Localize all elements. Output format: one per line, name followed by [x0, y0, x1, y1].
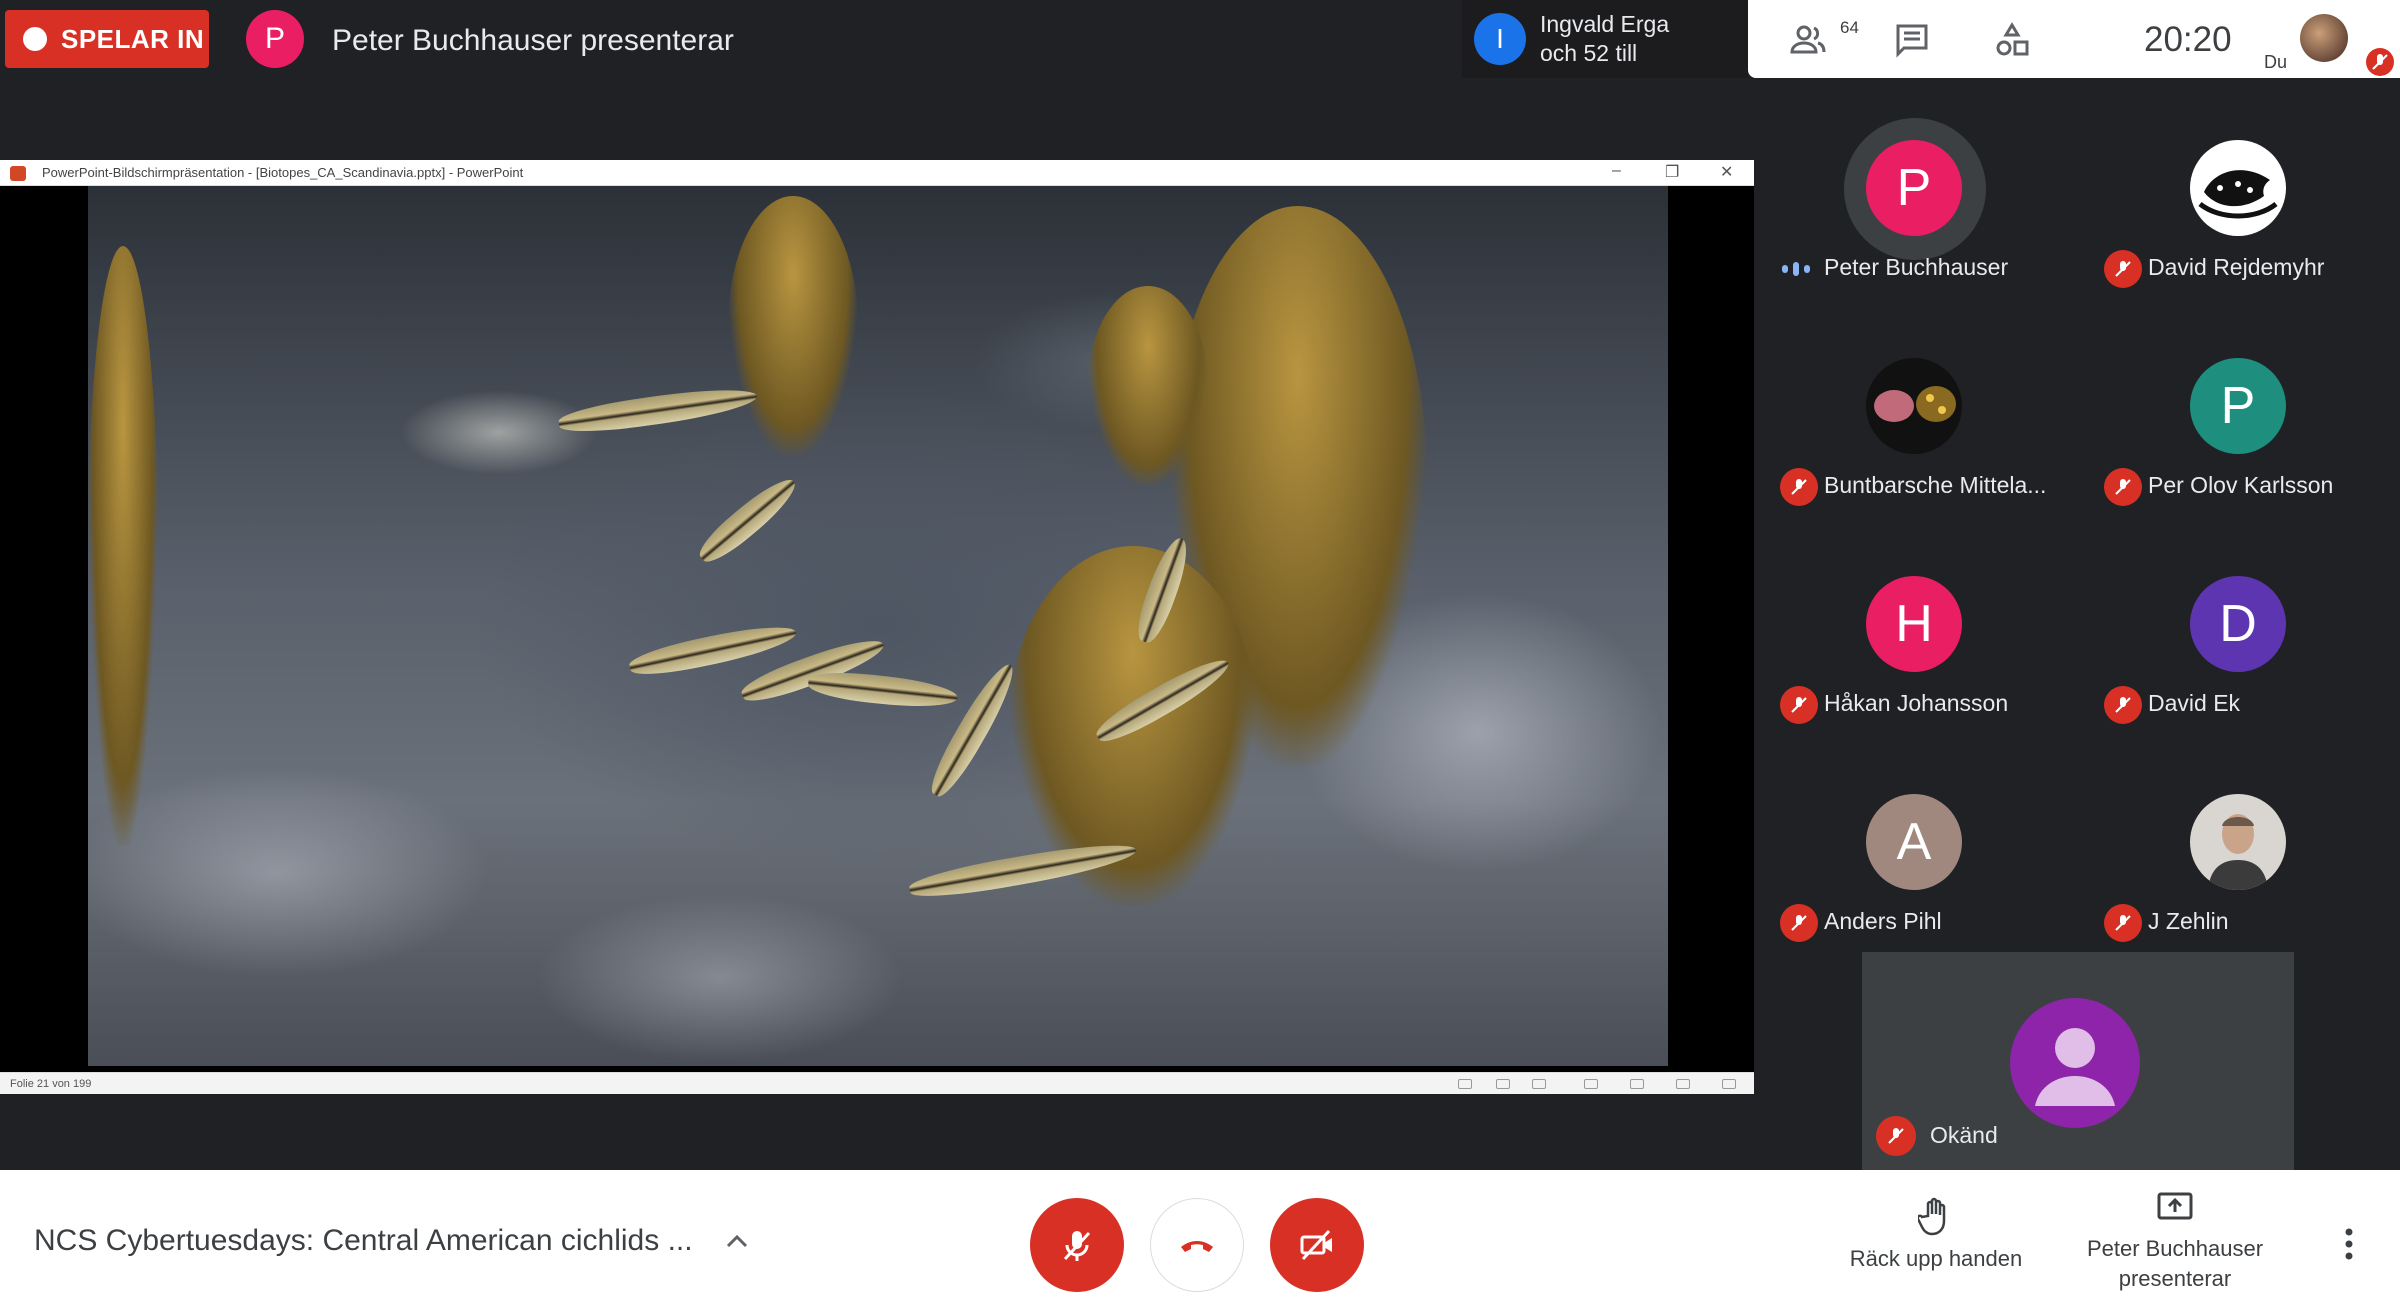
participant-avatar: P	[2190, 358, 2286, 454]
fish	[693, 470, 803, 570]
join-notice-avatar: I	[1474, 13, 1526, 65]
fish	[557, 382, 759, 438]
participant-tile-buntbarsche[interactable]: Buntbarsche Mittela...	[1752, 346, 2072, 546]
participant-tile-david-rejdemyhr[interactable]: David Rejdemyhr	[2076, 128, 2396, 328]
participant-avatar	[2190, 794, 2286, 890]
slideshow-view-icon[interactable]	[1722, 1079, 1736, 1089]
hang-up-icon	[1181, 1241, 1213, 1252]
portrait-photo-icon	[2208, 814, 2268, 890]
fish-photo-icon	[1874, 386, 1956, 422]
presenting-label-line1: Peter Buchhauser	[2086, 1236, 2264, 1261]
participant-avatar	[1866, 358, 1962, 454]
participant-name: David Rejdemyhr	[2148, 254, 2325, 280]
self-avatar[interactable]	[2300, 14, 2348, 62]
fish-logo-icon	[2198, 170, 2278, 219]
join-notice-name: Ingvald Erga	[1540, 11, 1670, 37]
reading-view-icon[interactable]	[1676, 1079, 1690, 1089]
top-panel: 64 20:20 Du	[1748, 0, 2400, 78]
people-count: 64	[1840, 18, 1859, 37]
mic-toggle-button[interactable]	[1030, 1198, 1124, 1292]
participant-avatar	[2190, 140, 2286, 236]
presenter-title: Peter Buchhauser presenterar	[332, 24, 734, 57]
muted-mic-icon	[2104, 904, 2142, 942]
presentation-window: PowerPoint-Bildschirmpräsentation - [Bio…	[0, 160, 1754, 1094]
next-slide-icon[interactable]	[1532, 1079, 1546, 1089]
minimize-icon[interactable]: –	[1612, 162, 1621, 180]
muted-mic-icon	[1876, 1116, 1916, 1156]
plant	[1088, 286, 1208, 486]
muted-mic-icon	[1780, 468, 1818, 506]
plant	[728, 196, 858, 456]
participant-tile-hakan-johansson[interactable]: H Håkan Johansson	[1752, 564, 2072, 764]
join-notice-count: och 52 till	[1540, 40, 1638, 66]
ppt-window-title: PowerPoint-Bildschirmpräsentation - [Bio…	[42, 165, 524, 180]
speaking-indicator-icon	[1782, 260, 1816, 278]
people-icon[interactable]	[1788, 20, 1828, 60]
sorter-view-icon[interactable]	[1630, 1079, 1644, 1089]
ppt-titlebar: PowerPoint-Bildschirmpräsentation - [Bio…	[0, 160, 1754, 186]
muted-mic-icon	[2104, 250, 2142, 288]
more-options-icon[interactable]	[2334, 1224, 2364, 1264]
participant-tile-david-ek[interactable]: D David Ek	[2076, 564, 2396, 764]
camera-off-icon	[1300, 1229, 1332, 1261]
plant	[88, 246, 158, 846]
muted-mic-icon	[1780, 686, 1818, 724]
muted-mic-icon	[1780, 904, 1818, 942]
participant-name: Okänd	[1930, 1122, 1998, 1148]
normal-view-icon[interactable]	[1584, 1079, 1598, 1089]
presenter-avatar: P	[246, 10, 304, 68]
prev-slide-icon[interactable]	[1458, 1079, 1472, 1089]
meeting-title[interactable]: NCS Cybertuesdays: Central American cich…	[34, 1224, 693, 1258]
participant-name: Per Olov Karlsson	[2148, 472, 2334, 498]
raise-hand-button[interactable]: Räck upp handen	[1846, 1196, 2026, 1274]
slide-counter: Folie 21 von 199	[10, 1078, 92, 1090]
presenting-label-line2: presenterar	[2118, 1266, 2232, 1291]
self-label: Du	[2264, 52, 2288, 72]
restore-icon[interactable]: ❐	[1665, 162, 1679, 182]
fish	[806, 668, 960, 712]
ppt-statusbar: Folie 21 von 199	[0, 1072, 1754, 1094]
clock: 20:20	[2144, 20, 2232, 59]
participant-avatar: A	[1866, 794, 1962, 890]
participant-name: Anders Pihl	[1824, 908, 1942, 934]
participant-name: Håkan Johansson	[1824, 690, 2009, 716]
participant-tile-peter-buchhauser[interactable]: P Peter Buchhauser	[1752, 128, 2072, 328]
participant-avatar: H	[1866, 576, 1962, 672]
mic-off-icon	[1063, 1231, 1091, 1261]
slide-image	[88, 186, 1668, 1066]
record-dot-icon	[23, 27, 47, 51]
participant-name: David Ek	[2148, 690, 2241, 716]
recording-label: SPELAR IN	[61, 23, 205, 54]
camera-toggle-button[interactable]	[1270, 1198, 1364, 1292]
self-muted-icon	[2366, 48, 2394, 76]
join-notice[interactable]: I Ingvald Erga och 52 till	[1462, 0, 1748, 78]
muted-mic-icon	[2104, 468, 2142, 506]
hand-icon	[1916, 1197, 1946, 1236]
close-icon[interactable]: ✕	[1720, 162, 1733, 182]
participant-avatar: D	[2190, 576, 2286, 672]
unknown-person-icon	[2010, 998, 2140, 1128]
participant-avatar: P	[1866, 140, 1962, 236]
recording-badge[interactable]: SPELAR IN	[5, 10, 209, 68]
muted-mic-icon	[2104, 686, 2142, 724]
bottom-bar: NCS Cybertuesdays: Central American cich…	[0, 1170, 2400, 1312]
present-screen-icon	[2157, 1192, 2193, 1220]
raise-hand-label: Räck upp handen	[1849, 1246, 2023, 1271]
leave-call-button[interactable]	[1150, 1198, 1244, 1292]
chat-icon[interactable]	[1892, 20, 1932, 60]
chevron-up-icon[interactable]	[722, 1226, 752, 1256]
activities-icon[interactable]	[1992, 20, 2032, 60]
participant-tile-okand[interactable]: Okänd	[1862, 952, 2294, 1170]
participant-name: J Zehlin	[2148, 908, 2229, 934]
participant-tile-per-olov-karlsson[interactable]: P Per Olov Karlsson	[2076, 346, 2396, 546]
participant-name: Peter Buchhauser	[1824, 254, 2009, 280]
participant-name: Buntbarsche Mittela...	[1824, 472, 2047, 498]
presenting-button[interactable]: Peter Buchhauser presenterar	[2080, 1190, 2270, 1294]
powerpoint-icon	[10, 166, 26, 181]
notes-icon[interactable]	[1496, 1079, 1510, 1089]
